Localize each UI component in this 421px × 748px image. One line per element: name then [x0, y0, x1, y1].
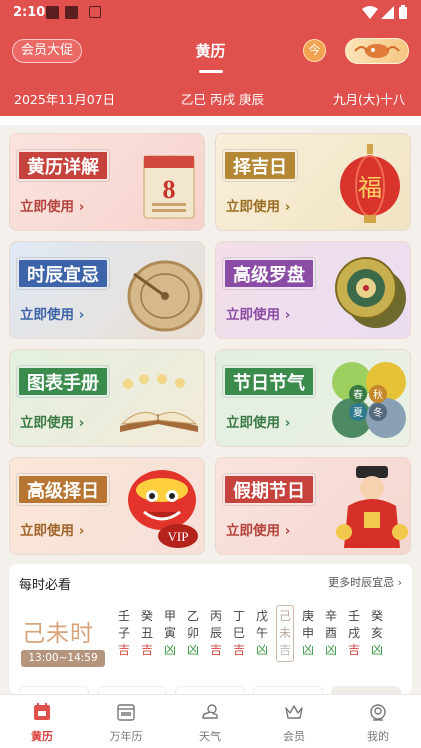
card-action: 立即使用 ›: [226, 199, 291, 215]
weather-icon: [202, 704, 218, 719]
current-hour-range: 13:00~14:59: [21, 650, 105, 667]
card-title: 择吉日: [223, 150, 297, 181]
card-action: 立即使用 ›: [20, 199, 85, 215]
hourly-section: 每时必看 更多时辰宜忌 › 己未时 13:00~14:59 壬子吉 癸丑吉 甲寅…: [9, 564, 412, 694]
fortune-god-icon: [336, 466, 408, 548]
card-festivals-solar-terms[interactable]: 节日节气 立即使用 › 春 秋 夏 冬: [215, 349, 411, 447]
card-hour-guide[interactable]: 时辰宜忌 立即使用 ›: [9, 241, 205, 339]
compass-icon: [335, 257, 406, 328]
top-strip: [0, 116, 421, 126]
current-hour: 己未时: [22, 621, 94, 647]
card-title: 黄历详解: [17, 150, 109, 181]
card-chart-handbook[interactable]: 图表手册 立即使用 ›: [9, 349, 205, 447]
date-band[interactable]: 2025年11月07日 乙巳 丙戌 庚辰 九月(大)十八: [0, 78, 421, 116]
tab-membership[interactable]: 会员: [252, 695, 336, 748]
card-action: 立即使用 ›: [20, 523, 85, 539]
status-time: 2:10: [13, 5, 46, 20]
gift-banner-button[interactable]: [345, 38, 409, 64]
tab-weather[interactable]: 天气: [168, 695, 252, 748]
card-action: 立即使用 ›: [226, 523, 291, 539]
card-title: 高级罗盘: [223, 258, 315, 289]
card-title: 时辰宜忌: [17, 258, 109, 289]
calendar-365-icon: [117, 704, 135, 721]
tab-almanac[interactable]: 黄历: [0, 695, 84, 748]
main-content: 黄历详解 立即使用 › 8 择吉日 立即使用 › 福 时辰宜忌 立即使用 › 高…: [0, 116, 421, 694]
svg-text:冬: 冬: [373, 406, 383, 419]
svg-text:福: 福: [358, 174, 382, 202]
ganzhi-date: 乙巳 丙戌 庚辰: [181, 92, 264, 107]
hour-item[interactable]: 戊午凶: [255, 608, 269, 659]
profile-icon: [370, 704, 386, 721]
notification-icon: [89, 6, 101, 18]
calendar-8-icon: 8: [143, 155, 195, 219]
lion-dance-icon: VIP: [128, 470, 198, 548]
card-almanac-detail[interactable]: 黄历详解 立即使用 › 8: [9, 133, 205, 231]
card-action: 立即使用 ›: [226, 415, 291, 431]
peek-card: [331, 686, 401, 694]
card-holidays[interactable]: 假期节日 立即使用 ›: [215, 457, 411, 555]
card-title: 节日节气: [223, 366, 315, 397]
peek-card: [19, 686, 89, 694]
peek-card: [97, 686, 167, 694]
card-action: 立即使用 ›: [20, 307, 85, 323]
svg-text:VIP: VIP: [168, 529, 189, 544]
lantern-icon: 福: [340, 144, 400, 223]
app-header: 会员大促 黄历 今: [0, 26, 421, 78]
card-advanced-date-select[interactable]: 高级择日 立即使用 › VIP: [9, 457, 205, 555]
notification-icon: [65, 6, 78, 19]
gregorian-date: 2025年11月07日: [14, 92, 116, 107]
notification-icon: [46, 6, 59, 19]
more-hours-link[interactable]: 更多时辰宜忌 ›: [328, 574, 402, 590]
tab-profile[interactable]: 我的: [336, 695, 420, 748]
hour-item[interactable]: 乙卯凶: [186, 608, 200, 659]
almanac-icon: [34, 703, 50, 720]
tab-perpetual-calendar[interactable]: 万年历: [84, 695, 168, 748]
card-title: 图表手册: [17, 366, 109, 397]
gift-icon: [354, 44, 400, 58]
hour-item[interactable]: 庚申凶: [301, 608, 315, 659]
hour-item[interactable]: 辛酉凶: [324, 608, 338, 659]
card-title: 高级择日: [17, 474, 109, 505]
card-auspicious-day[interactable]: 择吉日 立即使用 › 福: [215, 133, 411, 231]
title-underline: [199, 70, 223, 73]
status-bar: 2:10: [0, 0, 421, 26]
card-title: 假期节日: [223, 474, 315, 505]
svg-text:秋: 秋: [373, 388, 383, 401]
peek-card: [253, 686, 323, 694]
bottom-tab-bar: 黄历 万年历 天气 会员 我的: [0, 694, 421, 748]
svg-text:夏: 夏: [353, 407, 363, 419]
hour-item[interactable]: 甲寅凶: [163, 608, 177, 659]
battery-icon: [399, 5, 407, 19]
card-compass[interactable]: 高级罗盘 立即使用 ›: [215, 241, 411, 339]
crown-icon: [285, 705, 303, 719]
hour-item[interactable]: 癸亥凶: [370, 608, 384, 659]
svg-text:春: 春: [353, 389, 363, 401]
hour-item[interactable]: 癸丑吉: [140, 608, 154, 659]
today-button[interactable]: 今: [303, 39, 326, 62]
seasons-icon: 春 秋 夏 冬: [332, 362, 406, 438]
card-action: 立即使用 ›: [226, 307, 291, 323]
book-icon: [120, 374, 198, 432]
hour-item-current[interactable]: 己未吉: [276, 605, 294, 662]
signal-icon: [381, 6, 394, 19]
card-action: 立即使用 ›: [20, 415, 85, 431]
section-title: 每时必看: [19, 578, 72, 593]
hour-item[interactable]: 丁巳吉: [232, 608, 246, 659]
peek-card: [175, 686, 245, 694]
wifi-icon: [362, 6, 378, 19]
lunar-date: 九月(大)十八: [333, 92, 406, 107]
hour-item[interactable]: 壬子吉: [117, 608, 131, 659]
hour-item[interactable]: 壬戌吉: [347, 608, 361, 659]
sundial-icon: [127, 260, 203, 332]
svg-text:8: 8: [163, 175, 176, 204]
hour-item[interactable]: 丙辰吉: [209, 608, 223, 659]
